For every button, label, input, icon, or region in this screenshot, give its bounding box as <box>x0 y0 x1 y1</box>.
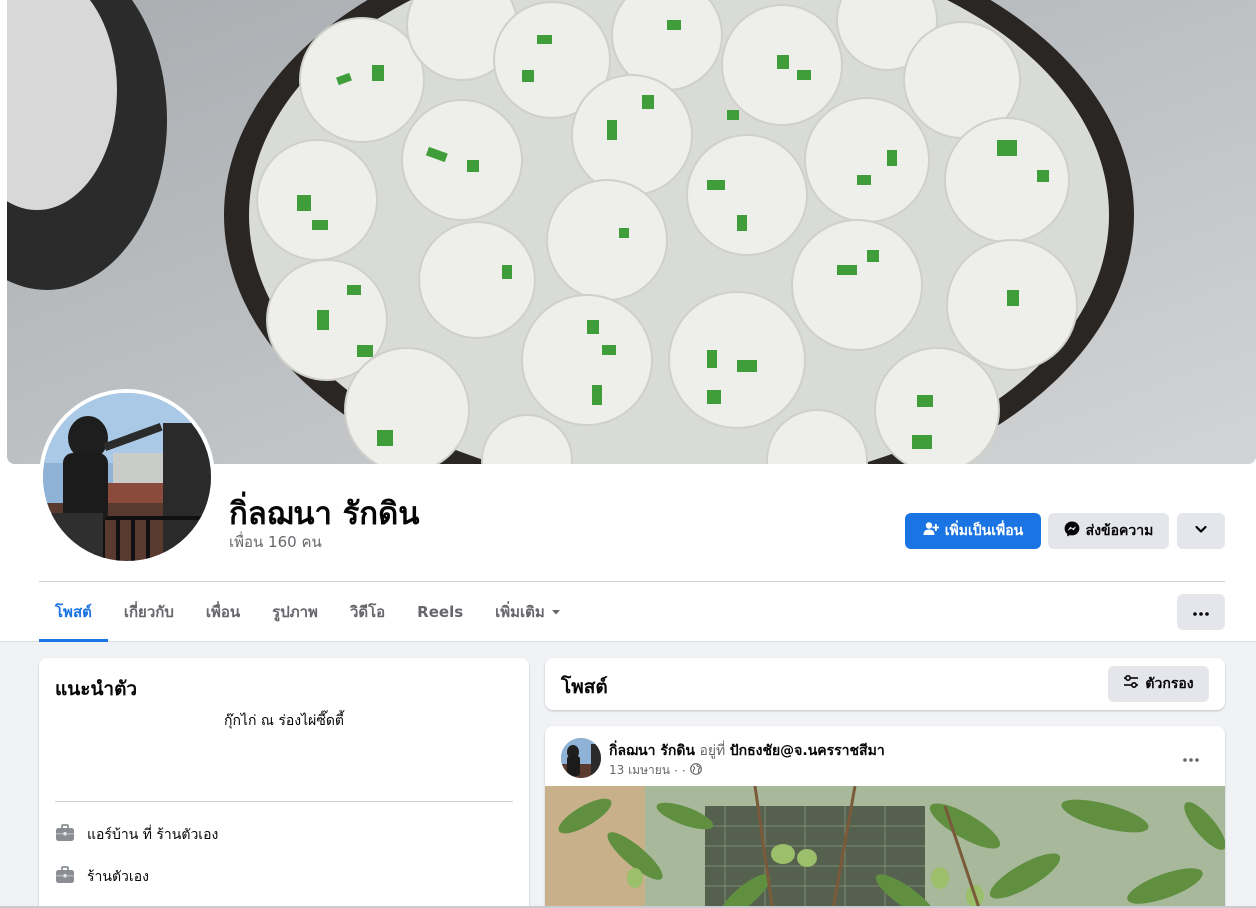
friends-count[interactable]: เพื่อน 160 คน <box>229 530 322 554</box>
tab-label: Reels <box>417 603 464 621</box>
add-friend-icon <box>923 521 940 541</box>
meta-separator: · <box>681 763 686 778</box>
profile-picture[interactable] <box>39 389 215 565</box>
avatar <box>43 393 211 561</box>
intro-title: แนะนำตัว <box>55 678 138 700</box>
ellipsis-icon <box>1193 603 1209 621</box>
post-author-avatar[interactable] <box>561 738 601 778</box>
meta-separator: · <box>673 763 678 778</box>
tab-reels[interactable]: Reels <box>401 582 479 642</box>
briefcase-icon <box>55 823 75 847</box>
add-friend-button[interactable]: เพิ่มเป็นเพื่อน <box>905 513 1041 549</box>
posts-header-card: โพสต์ ตัวกรอง <box>545 658 1225 710</box>
add-friend-label: เพิ่มเป็นเพื่อน <box>944 523 1024 539</box>
tab-friends[interactable]: เพื่อน <box>190 582 256 642</box>
tab-label: เพิ่มเติม <box>495 603 545 621</box>
post-author-name[interactable]: กิ่ลฌนา รักดิน <box>609 743 695 759</box>
tab-more[interactable]: เพิ่มเติม <box>479 582 577 642</box>
filter-label: ตัวกรอง <box>1145 676 1194 692</box>
tab-videos[interactable]: วิดีโอ <box>334 582 401 642</box>
tab-label: เพื่อน <box>205 603 241 621</box>
posts-title: โพสต์ <box>561 676 608 698</box>
intro-item-label: ร้านตัวเอง <box>87 869 149 885</box>
intro-item-workplace: ร้านตัวเอง <box>55 865 149 889</box>
intro-card: แนะนำตัว กุ๊กไก่ ณ ร่องไผ่ซี๊ดตี้ แอร์บ้… <box>39 658 529 908</box>
intro-item-label: แอร์บ้าน ที่ ร้านตัวเอง <box>87 827 219 843</box>
post-date[interactable]: 13 เมษายน <box>609 761 670 780</box>
tab-label: รูปภาพ <box>272 603 318 621</box>
intro-item-work: แอร์บ้าน ที่ ร้านตัวเอง <box>55 823 218 847</box>
message-button[interactable]: ส่งข้อความ <box>1048 513 1169 549</box>
post-card: กิ่ลฌนา รักดิน อยู่ที่ ปักธงชัย@จ.นครราช… <box>545 726 1225 908</box>
profile-tabs: โพสต์ เกี่ยวกับ เพื่อน รูปภาพ วิดีโอ Ree… <box>39 582 577 642</box>
briefcase-icon <box>55 865 75 889</box>
profile-header: กิ่ลฌนา รักดิน เพื่อน 160 คน เพิ่มเป็นเพ… <box>0 0 1256 642</box>
post-meta: 13 เมษายน · · <box>609 761 702 780</box>
cover-photo[interactable] <box>7 0 1256 464</box>
caret-down-icon <box>551 603 561 621</box>
tab-label: โพสต์ <box>55 603 92 621</box>
post-author-line: กิ่ลฌนา รักดิน อยู่ที่ ปักธงชัย@จ.นครราช… <box>609 740 885 762</box>
chevron-down-icon <box>1194 522 1208 540</box>
tab-about[interactable]: เกี่ยวกับ <box>108 582 190 642</box>
tabs-more-options-button[interactable] <box>1177 594 1225 630</box>
tab-photos[interactable]: รูปภาพ <box>256 582 334 642</box>
tab-label: เกี่ยวกับ <box>123 603 174 621</box>
intro-divider <box>55 801 513 802</box>
message-label: ส่งข้อความ <box>1085 523 1154 539</box>
post-location[interactable]: ปักธงชัย@จ.นครราชสีมา <box>730 743 885 759</box>
ellipsis-icon <box>1183 749 1199 767</box>
tab-posts[interactable]: โพสต์ <box>39 582 108 642</box>
tab-label: วิดีโอ <box>349 603 386 621</box>
filter-button[interactable]: ตัวกรอง <box>1108 666 1209 702</box>
intro-bio: กุ๊กไก่ ณ ร่องไผ่ซี๊ดตี้ <box>223 713 345 729</box>
cover-image <box>7 0 1256 464</box>
post-location-prefix: อยู่ที่ <box>699 743 726 759</box>
profile-options-button[interactable] <box>1177 513 1225 549</box>
globe-icon <box>689 763 702 778</box>
post-image[interactable] <box>545 786 1225 908</box>
filter-icon <box>1123 674 1139 693</box>
post-options-button[interactable] <box>1173 740 1209 776</box>
messenger-icon <box>1064 521 1080 541</box>
